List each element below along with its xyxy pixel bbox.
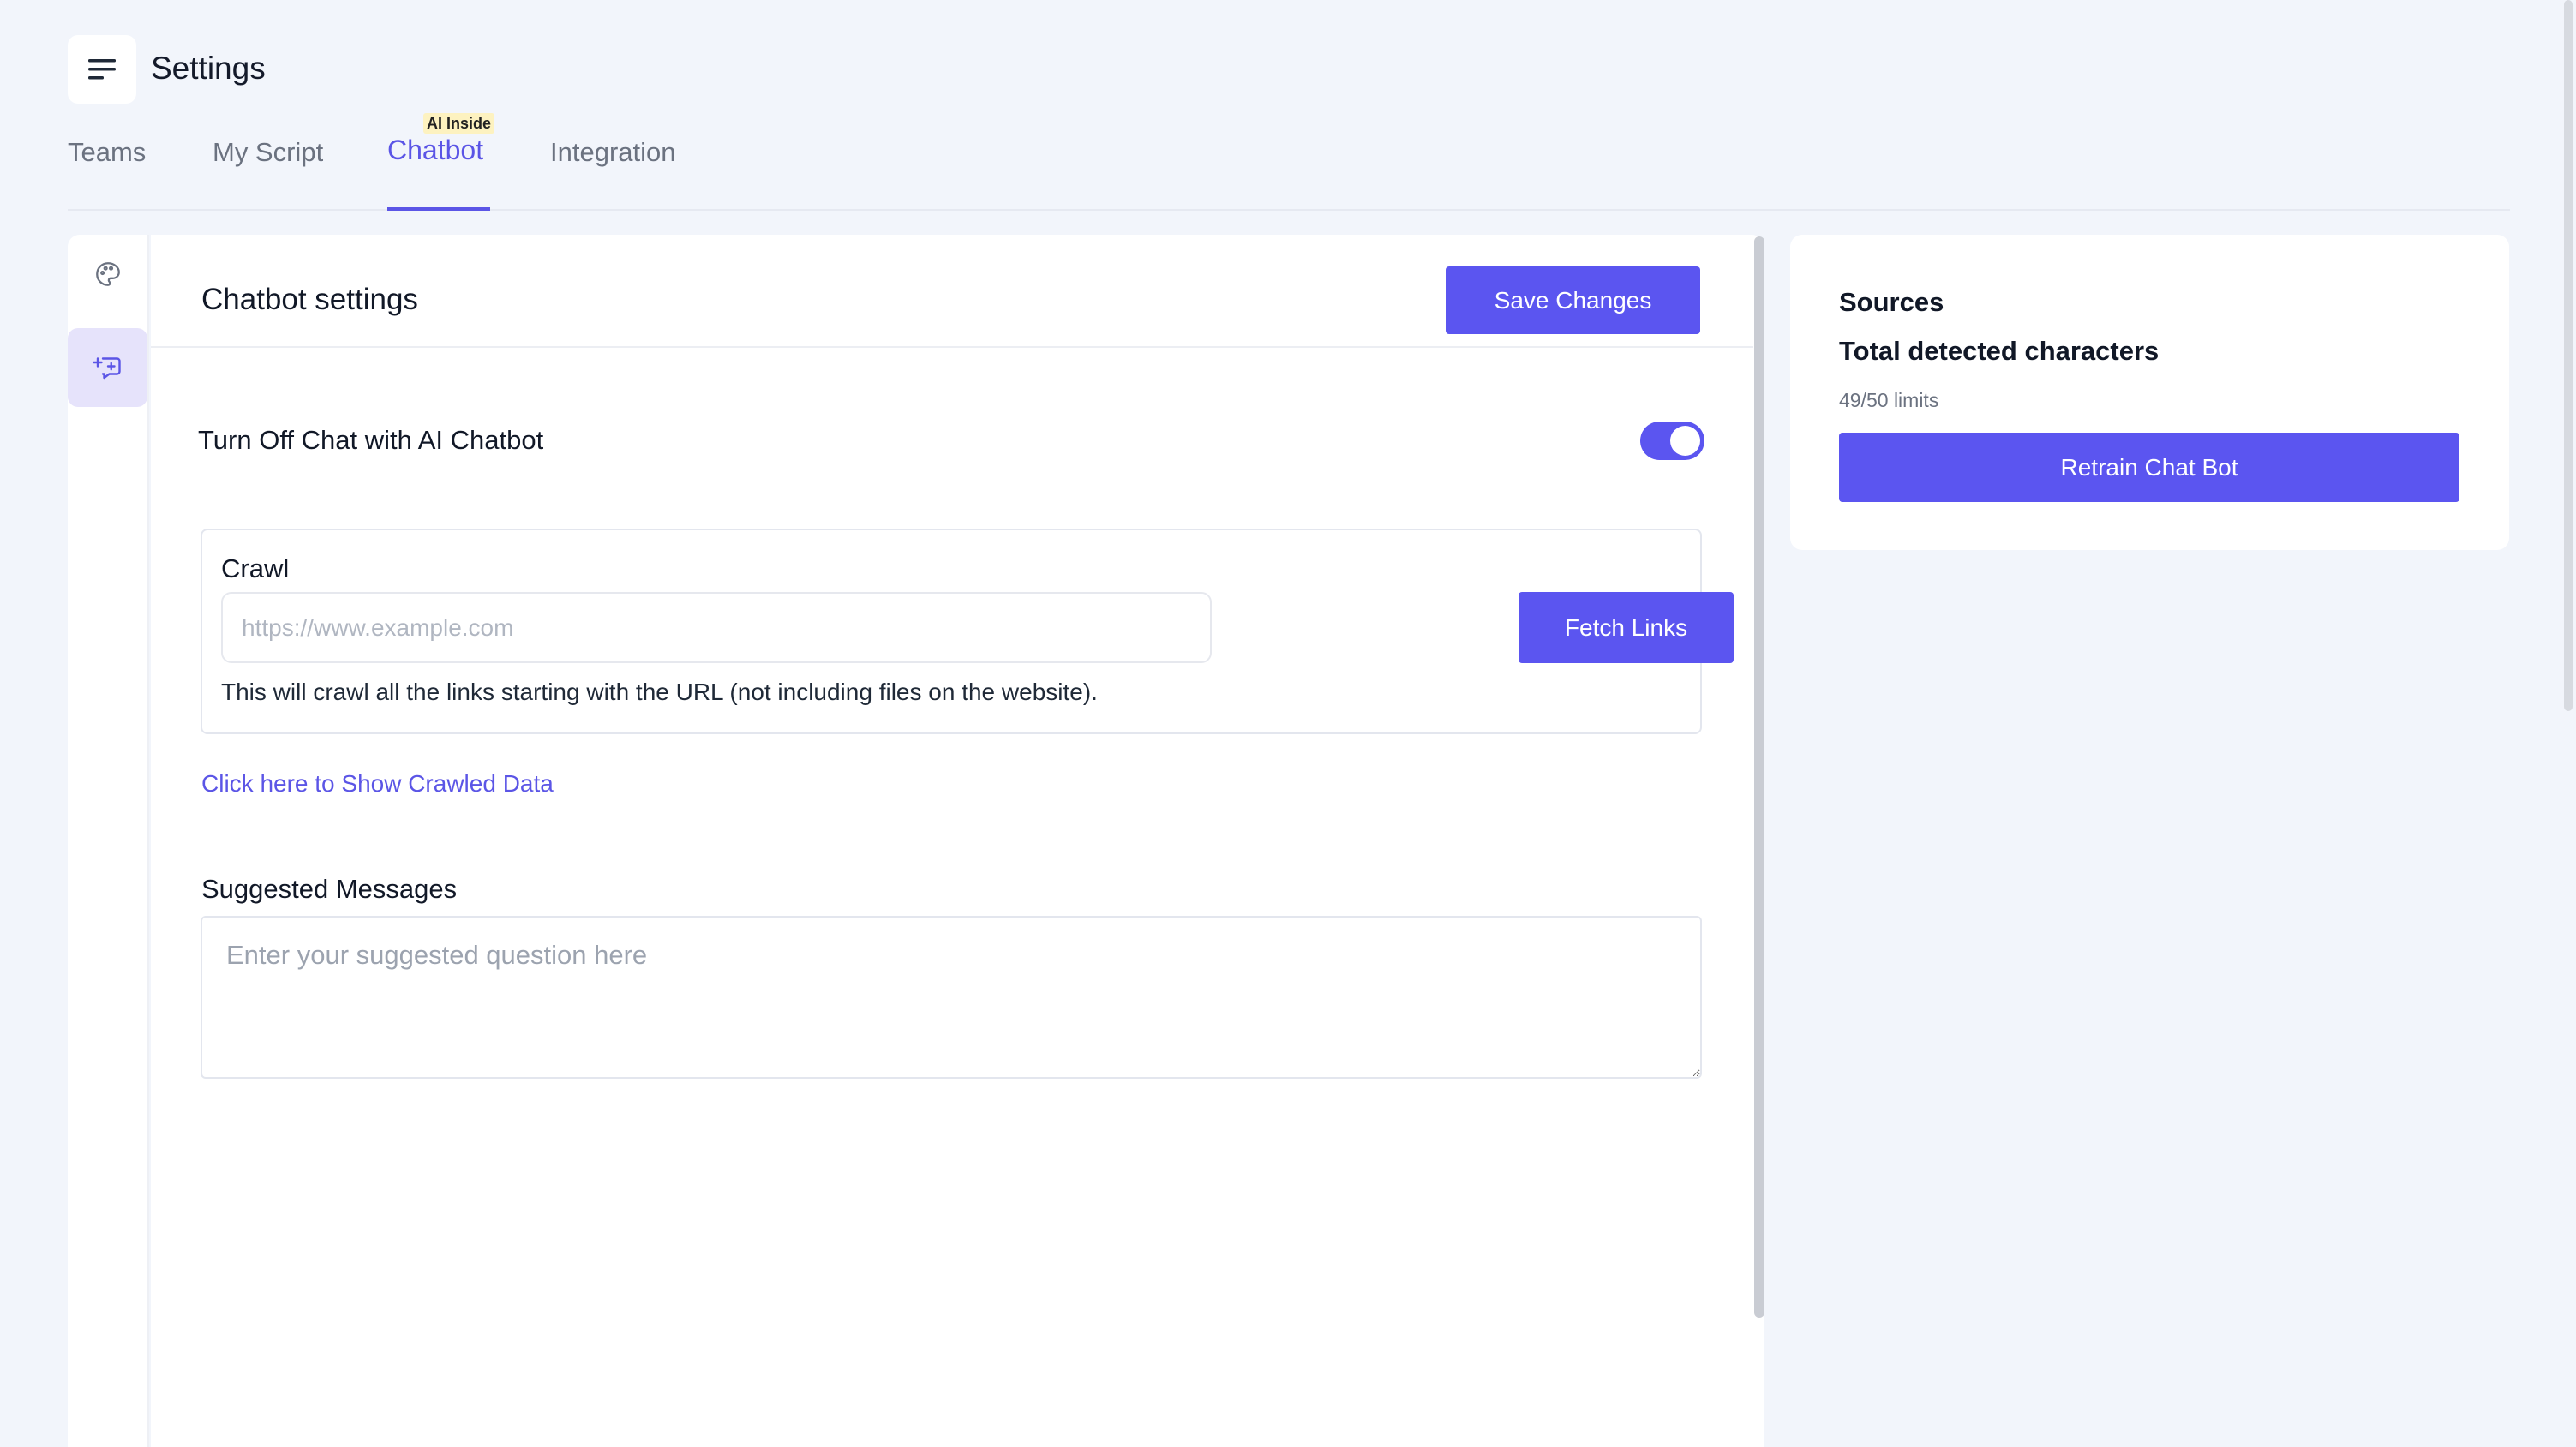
tab-chatbot[interactable]: AI Inside Chatbot <box>387 111 495 211</box>
settings-tabs: Teams My Script AI Inside Chatbot Integr… <box>68 111 2510 211</box>
rail-item-chatbot[interactable] <box>68 328 147 407</box>
chatbot-settings-panel: Chatbot settings Save Changes Turn Off C… <box>151 235 1764 1447</box>
page-scrollbar[interactable] <box>2564 0 2573 711</box>
chatbot-toggle-label: Turn Off Chat with AI Chatbot <box>198 425 544 455</box>
panel-title: Chatbot settings <box>201 283 418 316</box>
show-crawled-data-link[interactable]: Click here to Show Crawled Data <box>201 770 554 798</box>
fetch-links-button[interactable]: Fetch Links <box>1519 592 1734 663</box>
sources-title: Sources <box>1839 287 1944 317</box>
sources-card: Sources Total detected characters 49/50 … <box>1790 235 2509 550</box>
total-characters-label: Total detected characters <box>1839 336 2160 366</box>
character-limit: 49/50 limits <box>1839 389 1939 411</box>
crawl-section: Crawl Fetch Links This will crawl all th… <box>201 529 1734 734</box>
chatbot-toggle[interactable] <box>1640 422 1704 460</box>
tab-label: Integration <box>550 137 676 167</box>
crawl-hint: This will crawl all the links starting w… <box>221 679 1098 705</box>
crawl-title: Crawl <box>221 553 290 583</box>
tab-integration[interactable]: Integration <box>550 111 696 211</box>
tab-label: Chatbot <box>387 135 484 165</box>
panel-scrollbar[interactable] <box>1754 236 1764 1318</box>
chat-add-icon <box>92 357 121 380</box>
page-title: Settings <box>151 51 266 86</box>
ai-inside-badge: AI Inside <box>423 113 495 134</box>
toggle-knob <box>1670 426 1700 456</box>
menu-button[interactable] <box>68 35 136 104</box>
settings-icon-rail <box>68 235 149 1447</box>
suggested-messages-input[interactable] <box>201 916 1702 1079</box>
palette-icon <box>95 262 120 286</box>
panel-header: Chatbot settings Save Changes <box>151 235 1753 348</box>
retrain-chatbot-button[interactable]: Retrain Chat Bot <box>1839 433 2459 502</box>
tab-label: Teams <box>68 137 147 167</box>
hamburger-menu-icon <box>88 59 116 80</box>
tab-label: My Script <box>213 137 324 167</box>
tab-my-script[interactable]: My Script <box>213 111 332 211</box>
tab-teams[interactable]: Teams <box>68 111 153 211</box>
crawl-url-input[interactable] <box>221 592 1212 663</box>
save-changes-button[interactable]: Save Changes <box>1446 266 1700 334</box>
rail-item-appearance[interactable] <box>68 235 147 314</box>
suggested-messages-label: Suggested Messages <box>201 874 458 904</box>
